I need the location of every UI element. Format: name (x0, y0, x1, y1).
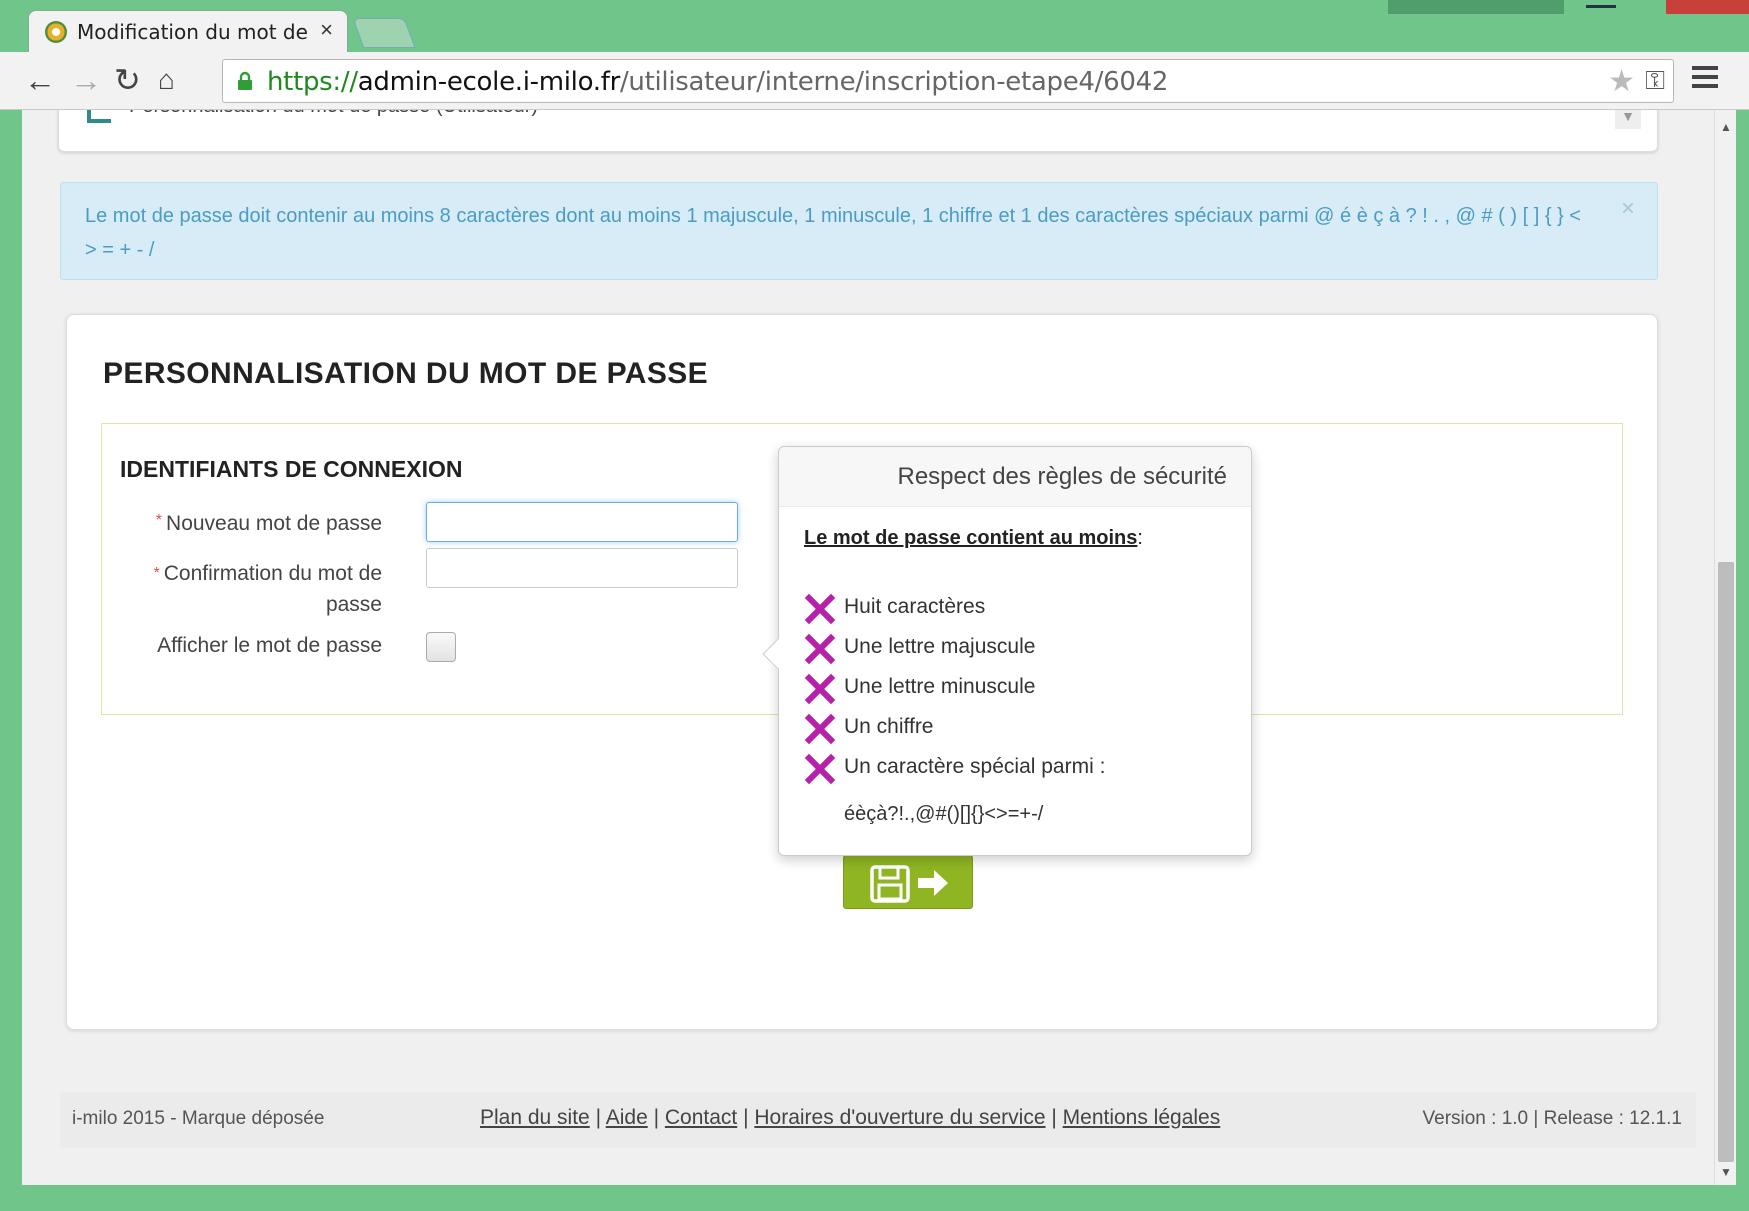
star-icon[interactable]: ★ (1608, 64, 1635, 99)
key-icon[interactable]: ⚿ (1645, 65, 1665, 97)
back-icon[interactable]: ← (24, 62, 56, 98)
save-icon (870, 865, 910, 903)
menu-icon[interactable] (1692, 66, 1718, 93)
new-password-input[interactable] (426, 502, 738, 542)
popover-header: Respect des règles de sécurité (779, 447, 1251, 507)
alert-close-icon[interactable]: × (1621, 195, 1635, 223)
cross-icon (804, 593, 836, 625)
lock-icon (238, 71, 252, 90)
url-text: https://admin-ecole.i-milo.fr/utilisateu… (267, 67, 1169, 97)
show-password-label: Afficher le mot de passe (157, 634, 382, 657)
confirm-password-label: * Confirmation du mot de passe (153, 562, 382, 616)
reload-icon[interactable]: ↻ (114, 62, 141, 98)
window-titlebar: Modification du mot de p × (0, 0, 1749, 52)
save-next-button[interactable] (843, 855, 973, 909)
password-rules-alert: Le mot de passe doit contenir au moins 8… (60, 182, 1658, 280)
tab-title: Modification du mot de p (77, 20, 307, 44)
footer-link-contact[interactable]: Contact (665, 1106, 737, 1129)
cross-icon (804, 713, 836, 745)
footer-link-sitemap[interactable]: Plan du site (480, 1106, 590, 1129)
popover-subtitle: Le mot de passe contient au moins: (804, 527, 1143, 549)
rule-text: Une lettre majuscule (844, 635, 1036, 658)
forward-icon[interactable]: → (70, 62, 102, 98)
collapsed-panel[interactable]: Personnalisation du mot de passe (Utilis… (58, 110, 1658, 152)
rule-text: Un chiffre (844, 715, 934, 738)
show-password-checkbox[interactable] (426, 632, 456, 662)
section-title: IDENTIFIANTS DE CONNEXION (120, 456, 463, 482)
required-marker: * (153, 565, 160, 582)
new-password-label: * Nouveau mot de passe (155, 512, 382, 535)
collapsed-panel-title: Personnalisation du mot de passe (Utilis… (129, 110, 538, 118)
address-bar[interactable]: https://admin-ecole.i-milo.fr/utilisateu… (222, 59, 1674, 103)
arrow-right-icon (918, 870, 948, 896)
rule-text: Un caractère spécial parmi : (844, 755, 1106, 778)
window-minimize-button[interactable] (1586, 0, 1616, 8)
rule-text: Huit caractères (844, 595, 986, 618)
footer-link-help[interactable]: Aide (606, 1106, 648, 1129)
scroll-down-icon[interactable]: ▼ (1720, 1165, 1732, 1179)
popover-title: Respect des règles de sécurité (897, 463, 1227, 490)
page-footer: i-milo 2015 - Marque déposée Plan du sit… (60, 1092, 1696, 1148)
panel-icon (87, 110, 111, 123)
scroll-thumb[interactable] (1718, 562, 1734, 1162)
chevron-down-icon[interactable]: ▼ (1615, 110, 1641, 129)
window-close-button[interactable] (1666, 0, 1749, 14)
cross-icon (804, 673, 836, 705)
page-title: PERSONNALISATION DU MOT DE PASSE (103, 357, 709, 390)
confirm-password-input[interactable] (426, 548, 738, 588)
vertical-scrollbar[interactable]: ▲ ▼ (1714, 110, 1736, 1185)
browser-toolbar: ← → ↻ ⌂ https://admin-ecole.i-milo.fr/ut… (0, 52, 1749, 110)
window-restore-button[interactable] (1388, 0, 1564, 14)
cross-icon (804, 753, 836, 785)
footer-link-legal[interactable]: Mentions légales (1063, 1106, 1221, 1129)
security-rules-popover: Respect des règles de sécurité Le mot de… (762, 446, 1252, 856)
tab-close-icon[interactable]: × (320, 17, 333, 43)
alert-text: Le mot de passe doit contenir au moins 8… (85, 205, 1581, 261)
version-text: Version : 1.0 | Release : 12.1.1 (1422, 1108, 1683, 1129)
browser-tab[interactable]: Modification du mot de p × (28, 10, 348, 52)
footer-link-hours[interactable]: Horaires d'ouverture du service (754, 1106, 1045, 1129)
copyright-text: i-milo 2015 - Marque déposée (72, 1108, 325, 1129)
footer-links: Plan du site | Aide | Contact | Horaires… (480, 1106, 1221, 1129)
required-marker: * (155, 512, 163, 529)
rule-text: Une lettre minuscule (844, 675, 1036, 698)
page-viewport: Personnalisation du mot de passe (Utilis… (22, 110, 1714, 1185)
new-tab-button[interactable] (352, 18, 416, 48)
cross-icon (804, 633, 836, 665)
home-icon[interactable]: ⌂ (158, 62, 175, 98)
tab-favicon-icon (45, 21, 67, 43)
scroll-up-icon[interactable]: ▲ (1720, 120, 1732, 134)
special-characters: éèçà?!.,@#()[]{}<>=+-/ (844, 803, 1044, 825)
window-bottom-frame (0, 1185, 1749, 1211)
